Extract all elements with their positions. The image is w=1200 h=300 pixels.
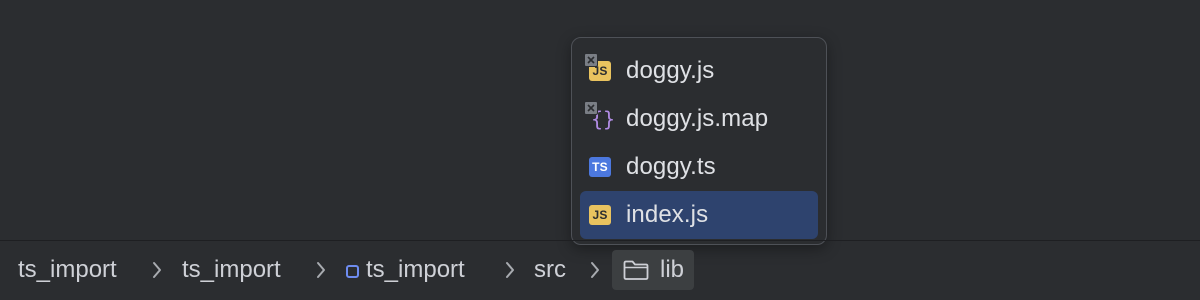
breadcrumb-item-project[interactable]: ts_import xyxy=(18,250,117,290)
ts-badge: TS xyxy=(589,157,611,177)
popup-item-doggy-ts[interactable]: TS doggy.ts xyxy=(580,143,818,191)
js-file-icon: JS xyxy=(584,53,612,83)
breadcrumb-label: lib xyxy=(660,256,685,283)
module-icon xyxy=(346,264,359,278)
file-list-popup: JS doggy.js {} doggy.js.map TS doggy.ts … xyxy=(571,37,827,245)
chevron-right-icon xyxy=(591,262,599,278)
popup-item-label: doggy.js.map xyxy=(626,105,769,132)
popup-item-index-js[interactable]: JS index.js xyxy=(580,191,818,239)
ts-file-icon: TS xyxy=(588,155,612,179)
popup-item-label: doggy.ts xyxy=(626,153,716,180)
breadcrumb-label: ts_import xyxy=(366,256,465,283)
folder-icon xyxy=(623,260,649,280)
chevron-right-icon xyxy=(506,262,514,278)
excluded-marker-icon xyxy=(584,53,598,67)
breadcrumb-item-lib[interactable]: lib xyxy=(612,250,695,290)
breadcrumb-item-folder[interactable]: ts_import xyxy=(182,250,281,290)
popup-item-label: index.js xyxy=(626,201,709,228)
chevron-right-icon xyxy=(153,262,161,278)
js-badge: JS xyxy=(589,205,611,225)
breadcrumb-label: src xyxy=(534,256,566,283)
popup-item-doggy-js[interactable]: JS doggy.js xyxy=(580,47,818,95)
js-file-icon: JS xyxy=(588,203,612,227)
breadcrumb-label: ts_import xyxy=(18,256,117,283)
json-map-file-icon: {} xyxy=(584,101,615,131)
breadcrumb: ts_import ts_import ts_import src lib xyxy=(0,240,1200,300)
breadcrumb-item-src[interactable]: src xyxy=(534,250,566,290)
breadcrumb-label: ts_import xyxy=(182,256,281,283)
popup-item-doggy-js-map[interactable]: {} doggy.js.map xyxy=(580,95,818,143)
chevron-right-icon xyxy=(317,262,325,278)
excluded-marker-icon xyxy=(584,101,598,115)
popup-item-label: doggy.js xyxy=(626,57,715,84)
breadcrumb-item-module[interactable]: ts_import xyxy=(346,250,465,290)
